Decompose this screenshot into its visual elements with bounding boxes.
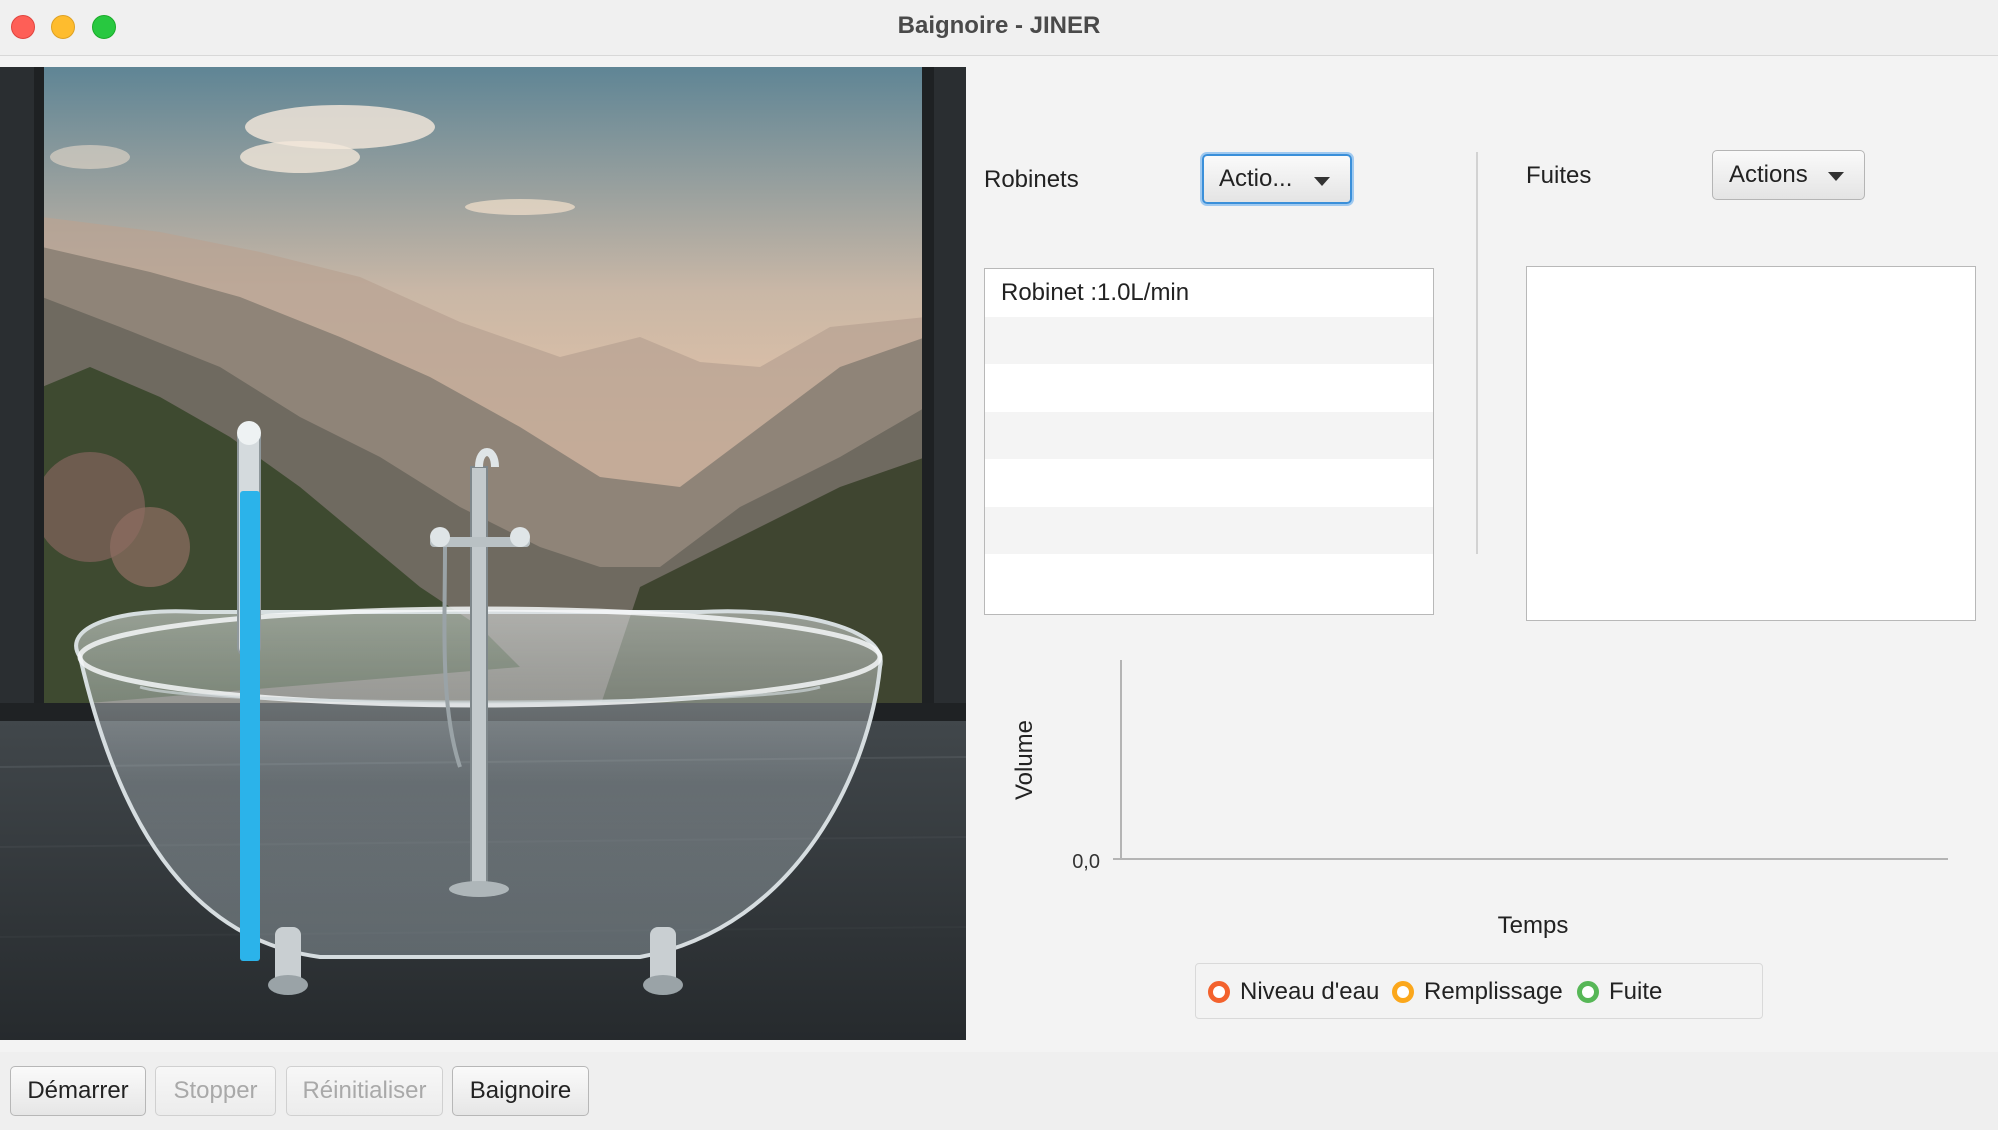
fuites-label: Fuites	[1526, 162, 1592, 189]
legend-label: Niveau d'eau	[1240, 978, 1380, 1005]
legend-circle-icon	[1208, 981, 1230, 1003]
title-bar: Baignoire - JINER	[0, 0, 1998, 56]
fuites-list[interactable]	[1526, 266, 1976, 621]
fuites-actions-label: Actions	[1729, 161, 1808, 188]
window-title: Baignoire - JINER	[897, 12, 1101, 39]
robinets-actions-dropdown[interactable]: Actio...	[1202, 154, 1352, 204]
chevron-down-icon	[1828, 172, 1844, 181]
fuites-actions-dropdown[interactable]: Actions	[1712, 150, 1865, 200]
start-button[interactable]: Démarrer	[10, 1066, 146, 1116]
robinets-list-rows: Robinet :1.0L/min	[985, 269, 1433, 602]
section-separator	[1476, 152, 1478, 554]
chart-legend: Niveau d'eau Remplissage Fuite	[1195, 963, 1763, 1019]
list-item	[985, 316, 1433, 364]
y-tick-label: 0,0	[1072, 851, 1100, 873]
chevron-down-icon	[1314, 177, 1330, 186]
y-axis-label: Volume	[1011, 720, 1038, 800]
bathtub-button[interactable]: Baignoire	[452, 1066, 589, 1116]
legend-label: Fuite	[1609, 978, 1663, 1005]
robinets-list[interactable]: Robinet :1.0L/min	[984, 268, 1434, 615]
legend-circle-icon	[1392, 981, 1414, 1003]
list-item	[985, 411, 1433, 459]
app-window: Baignoire - JINER Robinets Actio... Robi…	[0, 0, 1998, 1130]
list-item	[985, 459, 1433, 507]
bathtub-illustration	[0, 67, 966, 1040]
reset-button[interactable]: Réinitialiser	[286, 1066, 443, 1116]
legend-label: Remplissage	[1424, 978, 1563, 1005]
bathtub-scene	[0, 67, 966, 1040]
stop-button[interactable]: Stopper	[155, 1066, 276, 1116]
robinets-actions-label: Actio...	[1219, 165, 1293, 192]
list-item	[985, 506, 1433, 554]
bottom-toolbar: Démarrer Stopper Réinitialiser Baignoire	[0, 1052, 1998, 1130]
legend-circle-icon	[1577, 981, 1599, 1003]
list-item	[985, 364, 1433, 412]
list-item	[985, 554, 1433, 602]
robinets-label: Robinets	[984, 166, 1079, 193]
water-level-gauge	[240, 491, 260, 961]
x-axis-label: Temps	[1498, 912, 1569, 939]
list-item[interactable]: Robinet :1.0L/min	[985, 269, 1433, 317]
